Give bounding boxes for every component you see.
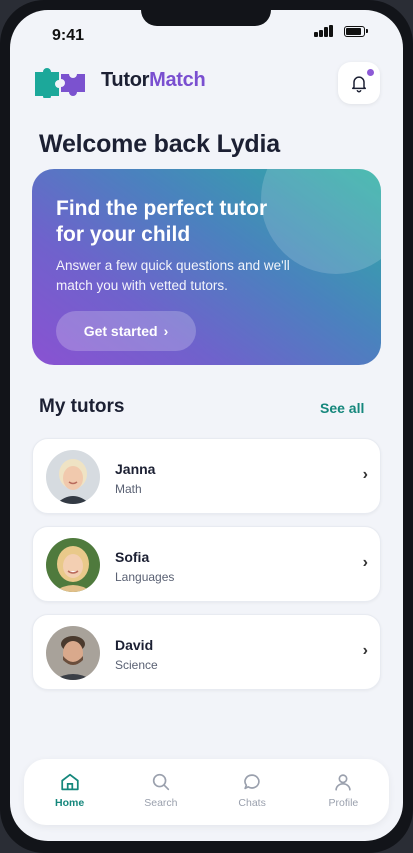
tutor-card-david[interactable]: David Science › [32,614,381,690]
notification-badge [367,69,374,76]
tutor-card-sofia[interactable]: Sofia Languages › [32,526,381,602]
welcome-heading: Welcome back Lydia [39,130,280,158]
tab-search[interactable]: Search [115,759,206,825]
tab-chats[interactable]: Chats [207,759,298,825]
hero-title: Find the perfect tutor for your child [56,197,268,246]
see-all-link[interactable]: See all [320,400,364,416]
tutor-subject: Languages [115,570,175,584]
brand-name-part1: Tutor [101,68,150,91]
phone-frame: 9:41 TutorMatch Welcome back Lydia Find … [0,0,413,853]
puzzle-logo-icon [35,68,85,98]
get-started-label: Get started [83,323,158,339]
hero-subtitle: Answer a few quick questions and we'll m… [56,258,290,293]
notifications-button[interactable] [338,62,380,104]
battery-icon [344,26,368,37]
tutor-name: Janna [115,461,156,477]
hero-banner: Find the perfect tutor for your child An… [32,169,381,365]
profile-icon [335,774,352,791]
tutor-name: Sofia [115,549,150,565]
brand-name: TutorMatch [101,68,206,92]
tab-label: Chats [238,797,266,809]
tab-home[interactable]: Home [24,759,115,825]
search-icon [152,773,170,791]
tab-profile[interactable]: Profile [298,759,389,825]
bottom-tab-bar: Home Search Chats Profile [24,759,389,825]
avatar [46,626,100,680]
signal-icon [314,25,334,37]
app-logo: TutorMatch [31,62,206,98]
tab-label: Profile [328,797,359,809]
avatar [46,450,100,504]
avatar [46,538,100,592]
notch [141,10,271,26]
home-icon [60,773,79,791]
chevron-right-icon: › [362,642,368,659]
tutor-list: Janna Math › Sofia Languages › David Sci… [32,438,381,702]
chevron-right-icon: › [163,323,169,339]
tab-label: Search [144,797,178,809]
chevron-right-icon: › [362,554,368,571]
tutor-subject: Science [115,658,158,672]
tutor-name: David [115,637,154,653]
my-tutors-heading: My tutors [39,396,125,417]
bell-icon [352,76,366,93]
app-screen: 9:41 TutorMatch Welcome back Lydia Find … [10,10,403,841]
brand-name-part2: Match [149,68,206,91]
get-started-button[interactable]: Get started › [56,311,196,351]
chevron-right-icon: › [362,466,368,483]
tab-label: Home [55,797,85,809]
tutor-card-janna[interactable]: Janna Math › [32,438,381,514]
tutor-subject: Math [115,482,142,496]
chat-icon [244,774,260,790]
status-time: 9:41 [52,27,85,44]
